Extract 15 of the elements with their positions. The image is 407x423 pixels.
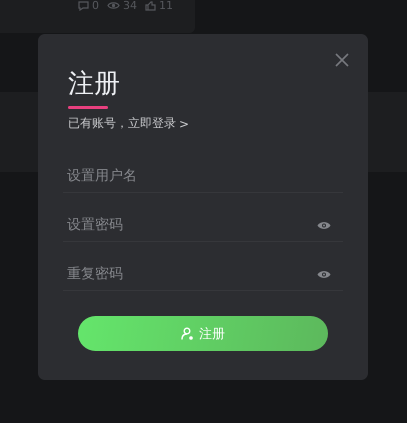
close-icon[interactable] [334,52,350,68]
stat-count: 11 [159,0,173,11]
input-field[interactable]: 设置用户名 [63,161,343,191]
user-icon [181,327,194,340]
eye-icon[interactable] [317,270,331,278]
input-field[interactable]: 设置密码 [63,210,317,240]
thumbs-up-icon [145,0,156,10]
stat-count: 34 [123,0,137,11]
eye-icon [107,1,120,10]
comment-icon [78,0,89,10]
login-link[interactable]: 已有账号，立即登录 > [68,115,190,132]
stat-count: 0 [92,0,99,11]
eye-icon[interactable] [317,220,331,230]
input-field[interactable]: 重复密码 [63,259,317,289]
dialog-title: 注册 [68,68,120,101]
